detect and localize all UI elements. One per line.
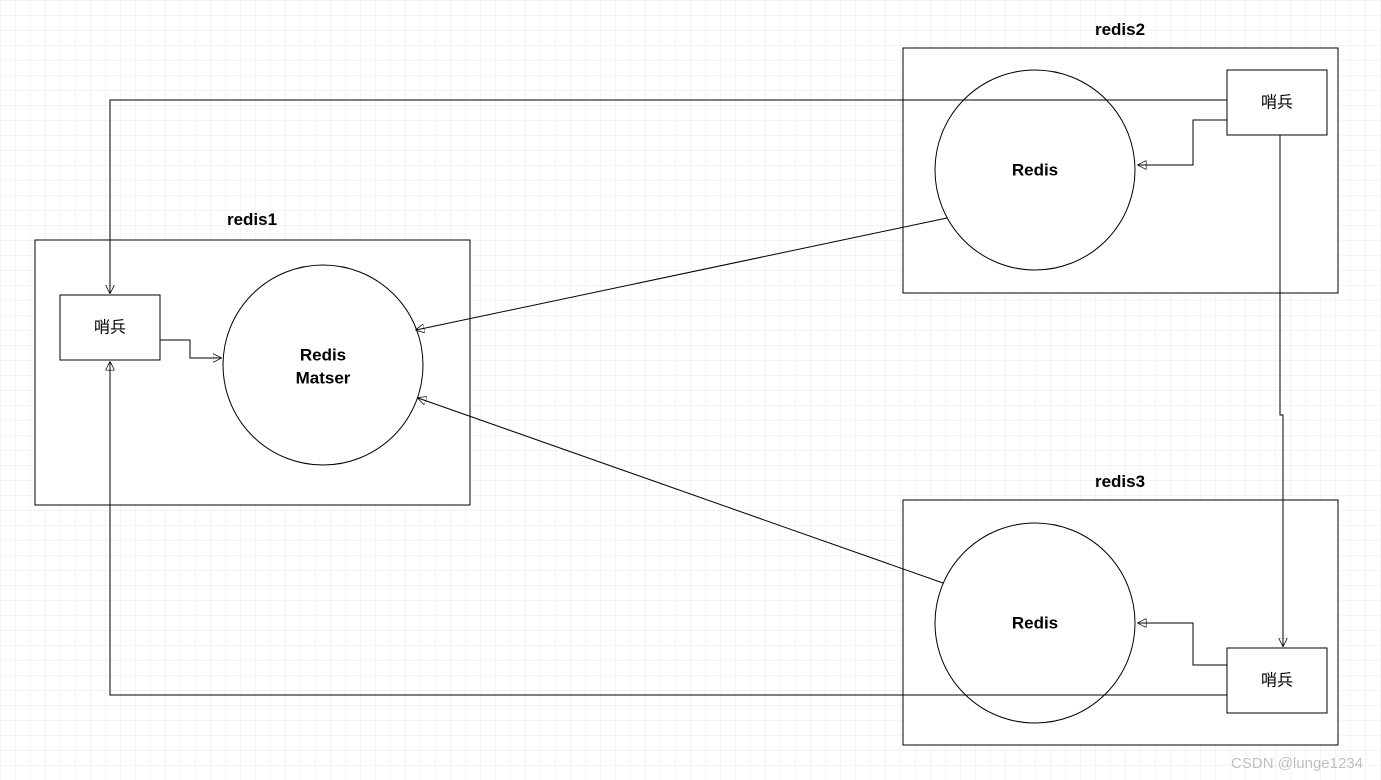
redis-bot-label: Redis xyxy=(1012,614,1058,633)
diagram-canvas: redis1 哨兵 Redis Matser redis2 Redis 哨兵 r… xyxy=(0,0,1381,780)
redis-master-label-line1: Redis xyxy=(300,346,346,365)
cluster-redis1: redis1 哨兵 Redis Matser xyxy=(35,210,470,505)
cluster-redis2: redis2 Redis 哨兵 xyxy=(903,20,1338,293)
sentinel1-label: 哨兵 xyxy=(94,319,126,337)
watermark: CSDN @lunge1234 xyxy=(1231,755,1363,772)
edge-redis-bot-to-master xyxy=(418,398,943,583)
redis-top-label: Redis xyxy=(1012,161,1058,180)
sentinel1-node: 哨兵 xyxy=(60,295,160,360)
cluster-redis3: redis3 Redis 哨兵 xyxy=(903,472,1338,745)
sentinel3-label: 哨兵 xyxy=(1261,672,1293,690)
cluster-redis1-label: redis1 xyxy=(227,210,277,229)
sentinel2-label: 哨兵 xyxy=(1261,94,1293,112)
sentinel3-node: 哨兵 xyxy=(1227,648,1327,713)
sentinel2-node: 哨兵 xyxy=(1227,70,1327,135)
redis-bot-node: Redis xyxy=(935,523,1135,723)
redis-master-label-line2: Matser xyxy=(296,369,351,388)
cluster-redis3-label: redis3 xyxy=(1095,472,1145,491)
edge-redis-top-to-master xyxy=(416,218,947,330)
redis-master-node: Redis Matser xyxy=(223,265,423,465)
cluster-redis2-label: redis2 xyxy=(1095,20,1145,39)
